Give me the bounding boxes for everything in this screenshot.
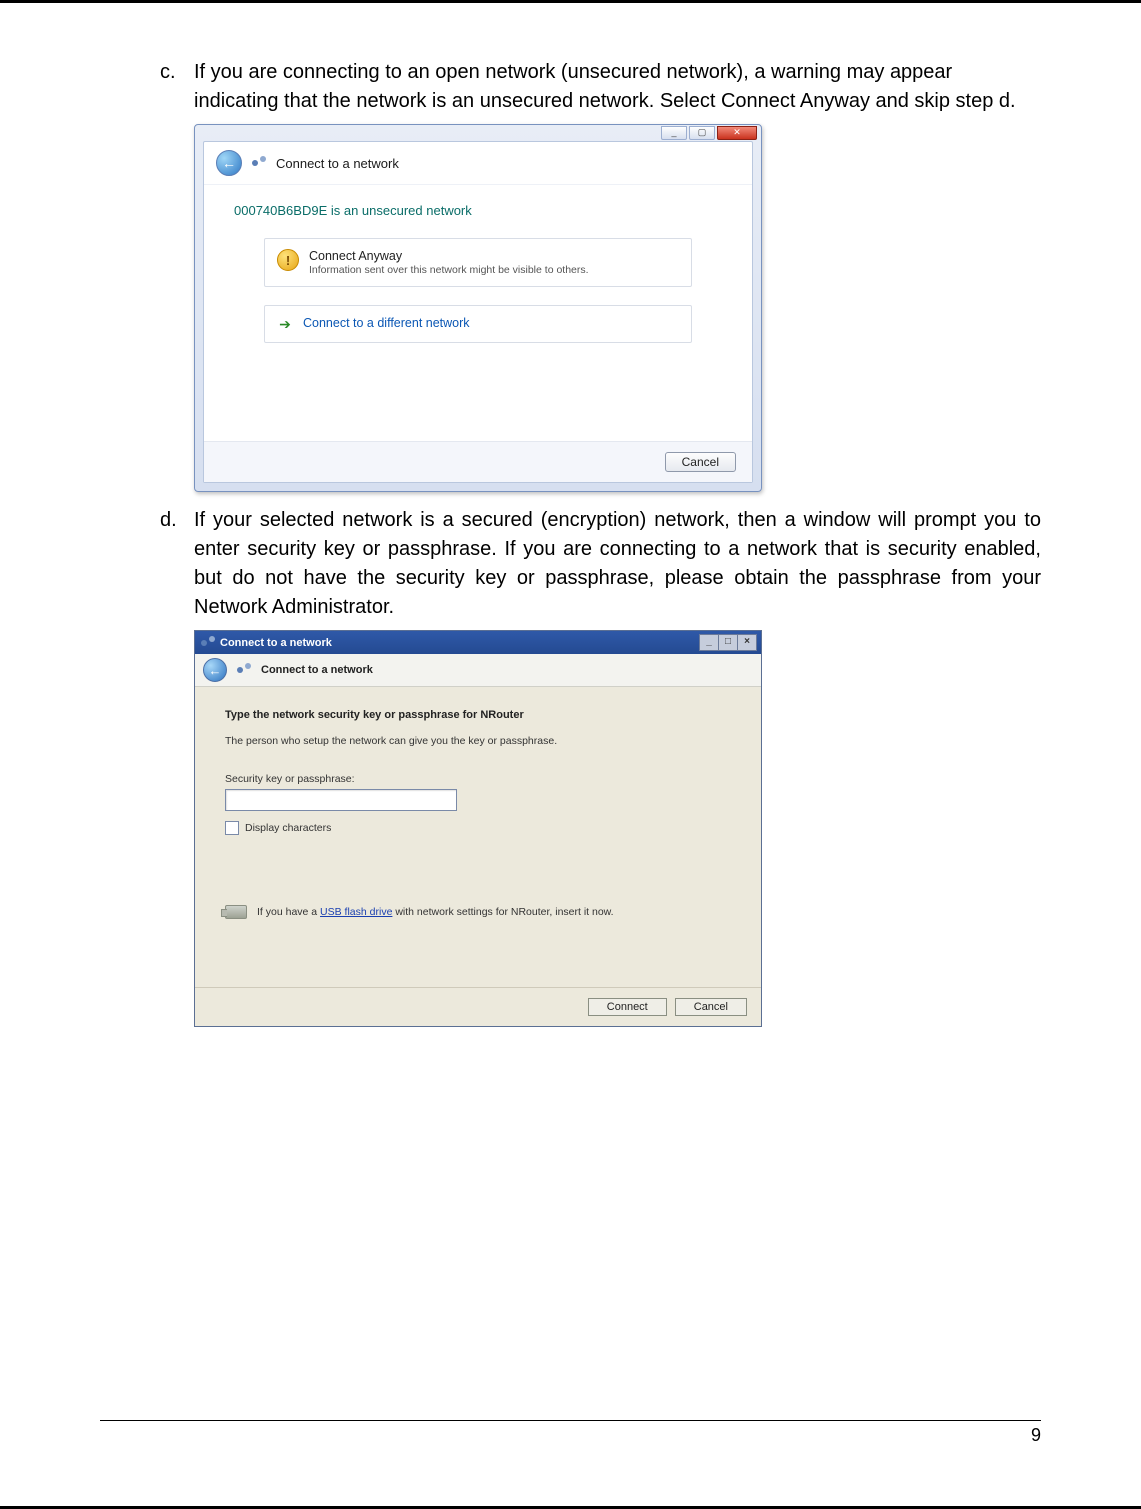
display-characters-checkbox[interactable] (225, 821, 239, 835)
option-different-network[interactable]: ➔ Connect to a different network (264, 305, 692, 343)
cancel-button[interactable]: Cancel (675, 998, 747, 1016)
usb-drive-icon (225, 905, 247, 919)
option-title: Connect Anyway (309, 249, 589, 263)
connect-button[interactable]: Connect (588, 998, 667, 1016)
list-text-c: If you are connecting to an open network… (194, 58, 1041, 116)
dialog-subtext: The person who setup the network can giv… (225, 735, 731, 747)
screenshot-unsecured-network: _ ▢ ✕ ← Connect to a network 000740B6BD9… (194, 124, 762, 492)
option-subtext: Information sent over this network might… (309, 264, 589, 276)
minimize-button[interactable]: _ (699, 634, 719, 651)
maximize-button[interactable]: □ (719, 634, 738, 651)
page-number: 9 (1031, 1425, 1041, 1445)
passphrase-label: Security key or passphrase: (225, 773, 731, 785)
option-title: Connect to a different network (303, 316, 470, 330)
list-marker-c: c. (160, 58, 194, 116)
back-button[interactable]: ← (203, 658, 227, 682)
usb-flash-drive-link[interactable]: USB flash drive (320, 906, 392, 918)
network-icon (237, 663, 251, 677)
network-icon (201, 636, 215, 650)
warning-message: 000740B6BD9E is an unsecured network (234, 203, 722, 218)
maximize-button[interactable]: ▢ (689, 126, 715, 140)
dialog-title: Connect to a network (261, 664, 373, 676)
checkbox-label: Display characters (245, 822, 331, 834)
dialog-heading: Type the network security key or passphr… (225, 709, 731, 721)
network-icon (252, 156, 266, 170)
list-text-d: If your selected network is a secured (e… (194, 506, 1041, 622)
minimize-button[interactable]: _ (661, 126, 687, 140)
cancel-button[interactable]: Cancel (665, 452, 736, 472)
list-marker-d: d. (160, 506, 194, 622)
close-button[interactable]: × (738, 634, 757, 651)
shield-warning-icon: ! (277, 249, 299, 271)
close-button[interactable]: ✕ (717, 126, 757, 140)
screenshot-security-key: Connect to a network _ □ × ← Connect to … (194, 630, 762, 1027)
dialog-title: Connect to a network (276, 156, 399, 171)
usb-hint-text: If you have a USB flash drive with netwo… (257, 906, 614, 918)
option-connect-anyway[interactable]: ! Connect Anyway Information sent over t… (264, 238, 692, 287)
window-titlebar-text: Connect to a network (220, 637, 332, 649)
back-button[interactable]: ← (216, 150, 242, 176)
arrow-right-icon: ➔ (277, 316, 293, 332)
passphrase-input[interactable] (225, 789, 457, 811)
